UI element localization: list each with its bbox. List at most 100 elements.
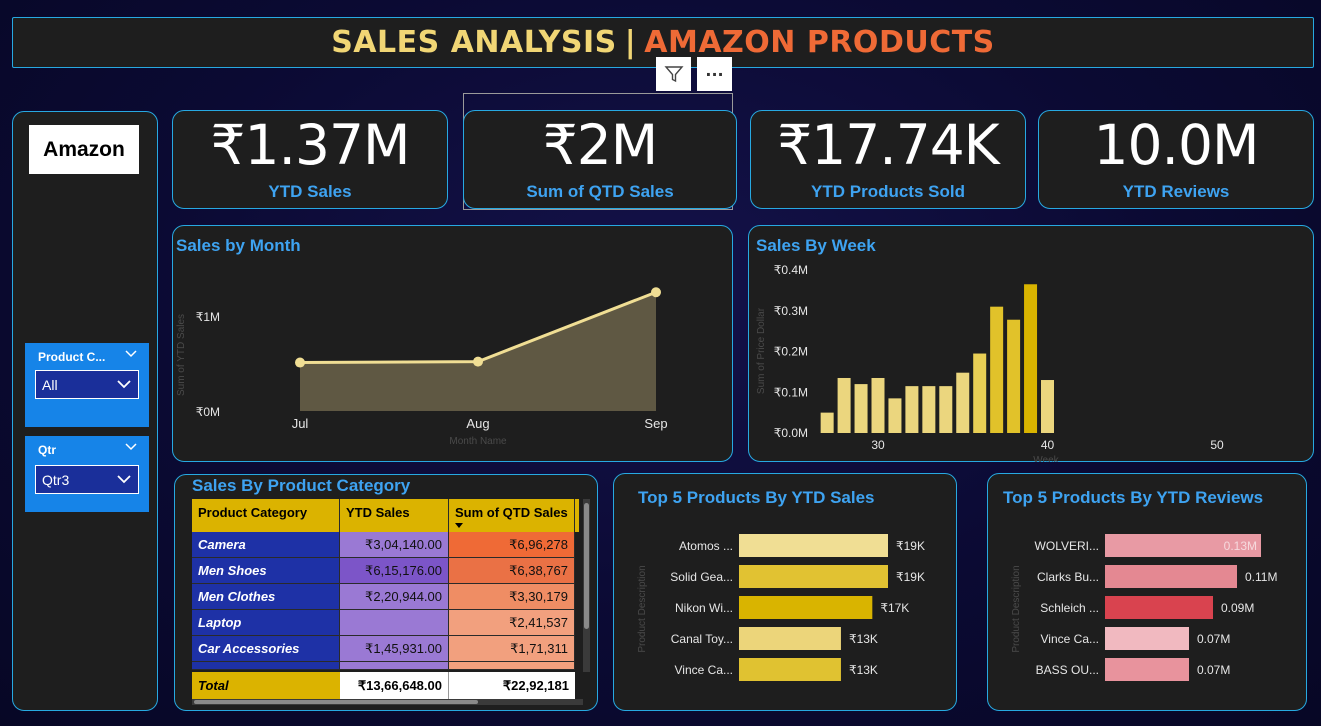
kpi-card-qtd-sales[interactable]: ₹2M Sum of QTD Sales xyxy=(463,110,737,209)
category-label: Clarks Bu... xyxy=(1037,570,1099,584)
title-part-2: AMAZON PRODUCTS xyxy=(644,25,995,60)
cell-qtd-sales: ₹6,38,767 xyxy=(449,558,575,584)
category-label: Canal Toy... xyxy=(671,632,733,646)
qtr-dropdown[interactable]: Qtr3 xyxy=(35,465,139,494)
horizontal-scrollbar[interactable] xyxy=(192,699,583,705)
category-label: WOLVERI... xyxy=(1035,539,1099,553)
x-tick-label: Jul xyxy=(292,416,309,431)
kpi-value: ₹1.37M xyxy=(210,113,411,177)
y-axis-title: Product Description xyxy=(1011,565,1022,652)
sales-by-month-plot: Jul Aug Sep ₹0M ₹1M Month Name Sum of YTD Sale… xyxy=(176,287,668,447)
kpi-value: 10.0M xyxy=(1093,113,1260,177)
kpi-card-ytd-reviews[interactable]: 10.0M YTD Reviews xyxy=(1038,110,1314,209)
data-label: 0.09M xyxy=(1221,601,1254,615)
y-tick-label: ₹0.1M xyxy=(774,385,808,399)
y-tick-label: ₹0M xyxy=(196,405,220,419)
data-label: 0.07M xyxy=(1197,632,1230,646)
chevron-down-icon[interactable] xyxy=(125,348,137,361)
top5-ytd-sales-plot: Atomos ... ₹19K Solid Gea... ₹19K Nikon Wi..… xyxy=(637,534,925,681)
scrollbar-thumb[interactable] xyxy=(584,503,589,629)
column-header[interactable]: YTD Sales xyxy=(340,499,449,532)
x-tick-label: Aug xyxy=(466,416,489,431)
chevron-down-icon[interactable] xyxy=(125,441,137,454)
cell-qtd-sales: ₹2,41,537 xyxy=(449,610,575,636)
bar xyxy=(1105,627,1189,650)
category-label: Atomos ... xyxy=(679,539,733,553)
bar xyxy=(820,412,834,433)
table-row[interactable]: Men Clothes ₹2,20,944.00 ₹3,30,179 xyxy=(192,584,579,610)
table-row[interactable]: Men Shoes ₹6,15,176.00 ₹6,38,767 xyxy=(192,558,579,584)
data-point xyxy=(295,357,305,368)
data-label: ₹13K xyxy=(849,632,878,646)
table-row-partial xyxy=(192,662,579,670)
sales-by-week-plot: ₹0.0M ₹0.1M ₹0.2M ₹0.3M ₹0.4M 30 40 50 Week Sum o… xyxy=(756,263,1224,462)
category-label: Solid Gea... xyxy=(670,570,733,584)
qtr-value: Qtr3 xyxy=(42,472,70,488)
title-part-1: SALES ANALYSIS xyxy=(331,25,617,60)
x-axis-title: Week xyxy=(1033,455,1059,462)
total-ytd-sales: ₹13,66,648.00 xyxy=(340,672,449,699)
x-axis-title: Month Name xyxy=(449,436,507,447)
cell-qtd-sales: ₹6,96,278 xyxy=(449,532,575,558)
column-header[interactable]: Product Category xyxy=(192,499,340,532)
cell-ytd-sales: ₹2,20,944.00 xyxy=(340,584,449,610)
y-tick-label: ₹0.2M xyxy=(774,345,808,359)
cell-ytd-sales: ₹1,45,931.00 xyxy=(340,636,449,662)
kpi-card-ytd-sales[interactable]: ₹1.37M YTD Sales xyxy=(172,110,448,209)
title-separator: | xyxy=(624,25,637,60)
x-tick-label: Sep xyxy=(644,416,667,431)
table-row[interactable]: Laptop ₹2,41,537 xyxy=(192,610,579,636)
table-row[interactable]: Car Accessories ₹1,45,931.00 ₹1,71,311 xyxy=(192,636,579,662)
cell-partial xyxy=(449,662,575,670)
x-tick-label: 50 xyxy=(1210,438,1224,452)
cell-category: Laptop xyxy=(192,610,340,636)
bar xyxy=(1105,565,1237,588)
y-tick-label: ₹0.4M xyxy=(774,263,808,277)
y-axis-title: Product Description xyxy=(637,565,648,652)
cell-qtd-sales: ₹3,30,179 xyxy=(449,584,575,610)
bar xyxy=(1007,319,1021,433)
bar xyxy=(1024,284,1038,433)
bar xyxy=(739,658,841,681)
filter-button[interactable] xyxy=(656,57,691,91)
kpi-card-ytd-products-sold[interactable]: ₹17.74K YTD Products Sold xyxy=(750,110,1026,209)
product-category-slicer-label: Product C... xyxy=(38,350,106,364)
x-tick-label: 40 xyxy=(1041,438,1055,452)
bar xyxy=(905,386,919,433)
kpi-label: YTD Products Sold xyxy=(811,182,965,201)
vertical-scrollbar[interactable] xyxy=(583,499,590,672)
y-tick-label: ₹0.3M xyxy=(774,304,808,318)
kpi-label: YTD Sales xyxy=(268,182,352,201)
product-category-slicer[interactable]: Product C... All xyxy=(25,343,149,427)
data-point xyxy=(473,356,483,367)
product-category-dropdown[interactable]: All xyxy=(35,370,139,399)
bar xyxy=(1105,596,1213,619)
table-body: Camera ₹3,04,140.00 ₹6,96,278 Men Shoes ₹6,1… xyxy=(192,532,579,670)
more-options-button[interactable]: ··· xyxy=(697,57,732,91)
bar xyxy=(854,384,868,433)
kpi-label: Sum of QTD Sales xyxy=(526,182,674,201)
bar xyxy=(739,627,841,650)
column-header-sorted[interactable]: Sum of QTD Sales xyxy=(449,499,575,532)
table-row[interactable]: Camera ₹3,04,140.00 ₹6,96,278 xyxy=(192,532,579,558)
bar xyxy=(1105,658,1189,681)
bar xyxy=(739,565,888,588)
y-axis-title: Sum of Price Dollar xyxy=(756,307,767,394)
bar xyxy=(990,306,1004,433)
sort-descending-icon xyxy=(455,523,463,528)
category-label: BASS OU... xyxy=(1036,663,1099,677)
column-header-label: Sum of QTD Sales xyxy=(455,505,568,520)
bar xyxy=(922,386,936,433)
scrollbar-thumb[interactable] xyxy=(194,700,478,704)
data-label: 0.11M xyxy=(1245,570,1277,584)
amazon-logo: Amazon xyxy=(29,125,139,174)
chevron-down-icon xyxy=(117,380,131,389)
cell-category: Camera xyxy=(192,532,340,558)
qtr-slicer[interactable]: Qtr Qtr3 xyxy=(25,436,149,512)
category-label: Vince Ca... xyxy=(1041,632,1099,646)
product-category-table[interactable]: Product Category YTD Sales Sum of QTD Sa… xyxy=(192,499,579,670)
cell-partial xyxy=(192,662,340,670)
kpi-value: ₹2M xyxy=(542,113,658,177)
bar xyxy=(871,377,885,433)
bar xyxy=(739,534,888,557)
